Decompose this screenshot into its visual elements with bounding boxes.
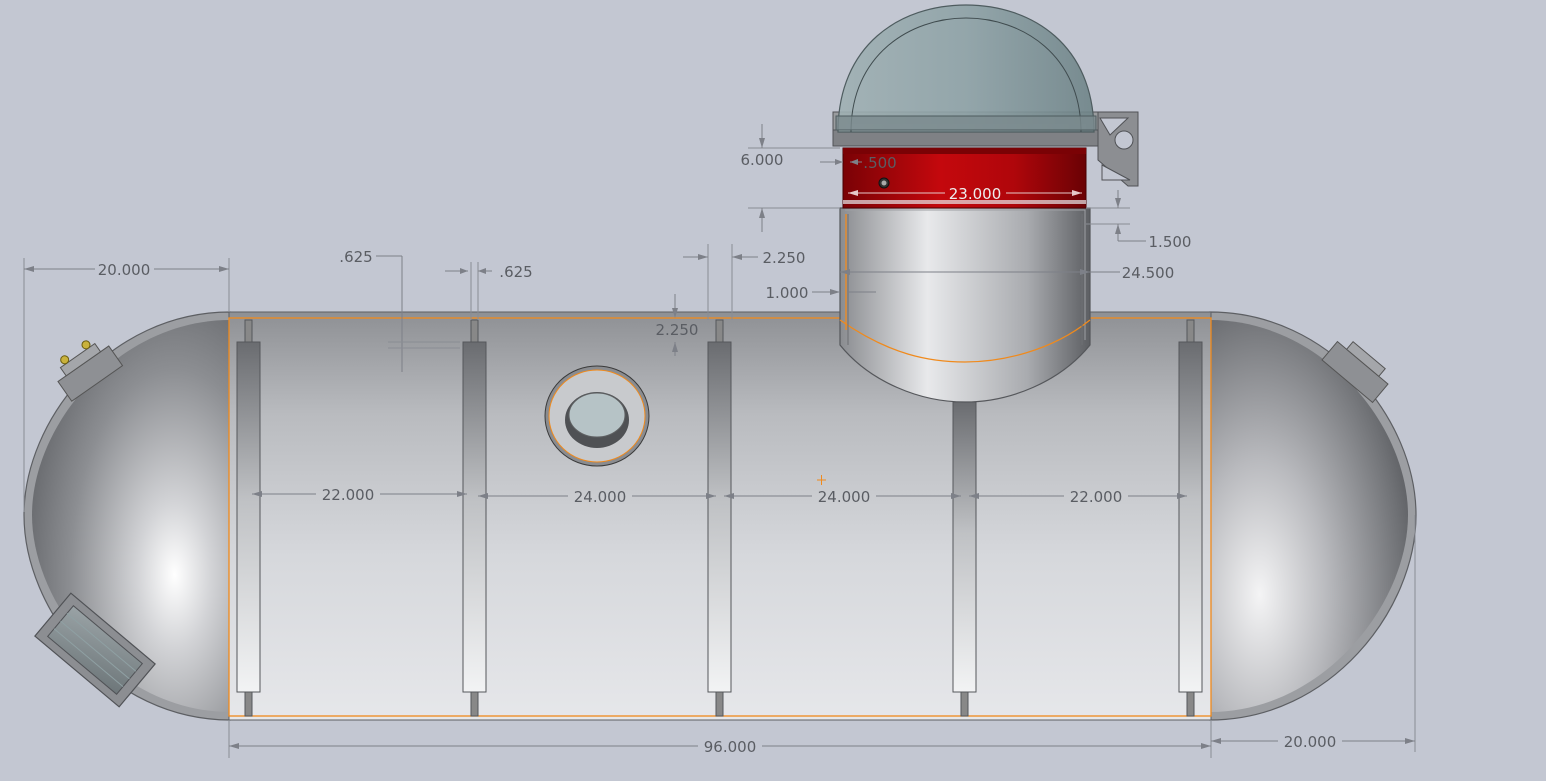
dim-label: 23.000 — [949, 185, 1002, 203]
dim-label: 24.000 — [818, 488, 871, 506]
dim-label: 20.000 — [98, 261, 151, 279]
cad-drawing-canvas[interactable]: 20.000 .625 .625 2.250 2.250 1.000 6.000… — [0, 0, 1546, 781]
dim-label: 22.000 — [322, 486, 375, 504]
rib — [462, 319, 487, 717]
dim-label: 2.250 — [656, 321, 699, 339]
dim-label: 2.250 — [763, 249, 806, 267]
dim-label: 24.000 — [574, 488, 627, 506]
dim-hatch-height[interactable]: 6.000 — [741, 124, 840, 232]
dim-label: 24.500 — [1122, 264, 1175, 282]
dim-label: .500 — [863, 154, 896, 172]
dim-label: .625 — [499, 263, 532, 281]
dim-label: .625 — [339, 248, 372, 266]
dim-overall-body-length[interactable]: 96.000 — [228, 720, 1212, 758]
dim-rib-width[interactable]: .625 — [445, 262, 533, 320]
dim-rib-height-top[interactable]: 2.250 — [683, 244, 805, 320]
right-end-cap — [1209, 311, 1417, 721]
dim-label: 1.000 — [766, 284, 809, 302]
dim-label: 96.000 — [704, 738, 757, 756]
dim-label: 6.000 — [741, 151, 784, 169]
rib — [236, 319, 261, 717]
dim-label: 1.500 — [1149, 233, 1192, 251]
rib — [952, 401, 977, 717]
dim-label: 20.000 — [1284, 733, 1337, 751]
dim-hatch-lip[interactable]: 1.500 — [1086, 190, 1191, 251]
rib — [1178, 319, 1203, 717]
dim-label: 22.000 — [1070, 488, 1123, 506]
porthole — [544, 365, 650, 467]
rib — [707, 319, 732, 717]
